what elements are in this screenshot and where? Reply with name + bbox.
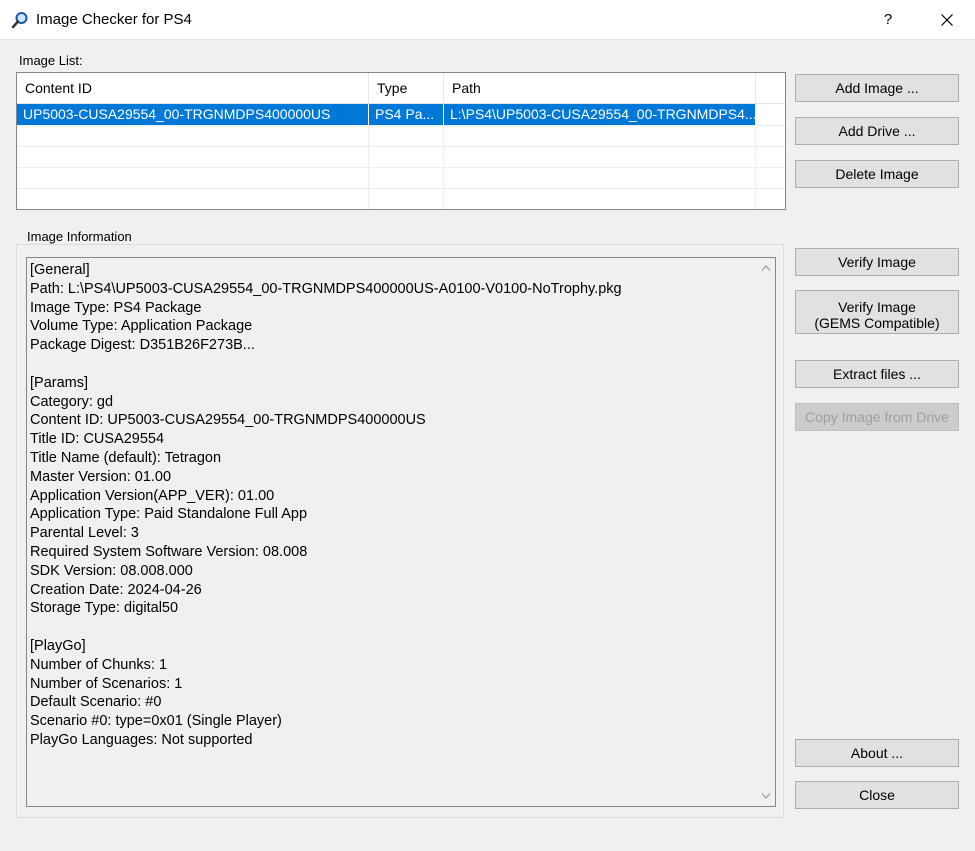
scrollbar[interactable] (757, 258, 775, 806)
chevron-down-icon[interactable] (761, 792, 771, 800)
image-information-text: [General] Path: L:\PS4\UP5003-CUSA29554_… (30, 262, 622, 748)
table-row-empty (17, 188, 785, 209)
help-button[interactable]: ? (870, 0, 906, 39)
verify-gems-line2: (GEMS Compatible) (814, 314, 940, 331)
about-button[interactable]: About ... (795, 739, 959, 767)
copy-image-from-drive-button[interactable]: Copy Image from Drive (795, 403, 959, 431)
table-row-empty (17, 146, 785, 168)
window-title: Image Checker for PS4 (36, 11, 192, 28)
image-information-label: Image Information (24, 229, 135, 244)
chevron-up-icon[interactable] (761, 264, 771, 272)
column-header-content-id[interactable]: Content ID (17, 73, 369, 103)
table-row-empty (17, 125, 785, 147)
table-row[interactable]: UP5003-CUSA29554_00-TRGNMDPS400000US PS4… (17, 104, 785, 126)
close-button[interactable]: Close (795, 781, 959, 809)
add-image-button[interactable]: Add Image ... (795, 74, 959, 102)
image-information-textbox[interactable]: [General] Path: L:\PS4\UP5003-CUSA29554_… (26, 257, 776, 807)
list-header: Content ID Type Path (17, 73, 785, 104)
add-drive-button[interactable]: Add Drive ... (795, 117, 959, 145)
verify-image-button[interactable]: Verify Image (795, 248, 959, 276)
column-header-path[interactable]: Path (444, 73, 756, 103)
image-list-label: Image List: (19, 53, 83, 68)
close-icon (941, 13, 953, 26)
verify-gems-line1: Verify Image (838, 298, 916, 315)
close-window-button[interactable] (925, 0, 969, 39)
delete-image-button[interactable]: Delete Image (795, 160, 959, 188)
cell-content-id: UP5003-CUSA29554_00-TRGNMDPS400000US (17, 104, 369, 125)
extract-files-button[interactable]: Extract files ... (795, 360, 959, 388)
title-bar: Image Checker for PS4 ? (0, 0, 975, 40)
image-list[interactable]: Content ID Type Path UP5003-CUSA29554_00… (16, 72, 786, 210)
table-row-empty (17, 167, 785, 189)
cell-path: L:\PS4\UP5003-CUSA29554_00-TRGNMDPS4... (444, 104, 756, 125)
magnifier-icon (11, 12, 28, 29)
verify-image-gems-button[interactable]: Verify Image (GEMS Compatible) (795, 290, 959, 334)
column-header-type[interactable]: Type (369, 73, 444, 103)
cell-type: PS4 Pa... (369, 104, 444, 125)
